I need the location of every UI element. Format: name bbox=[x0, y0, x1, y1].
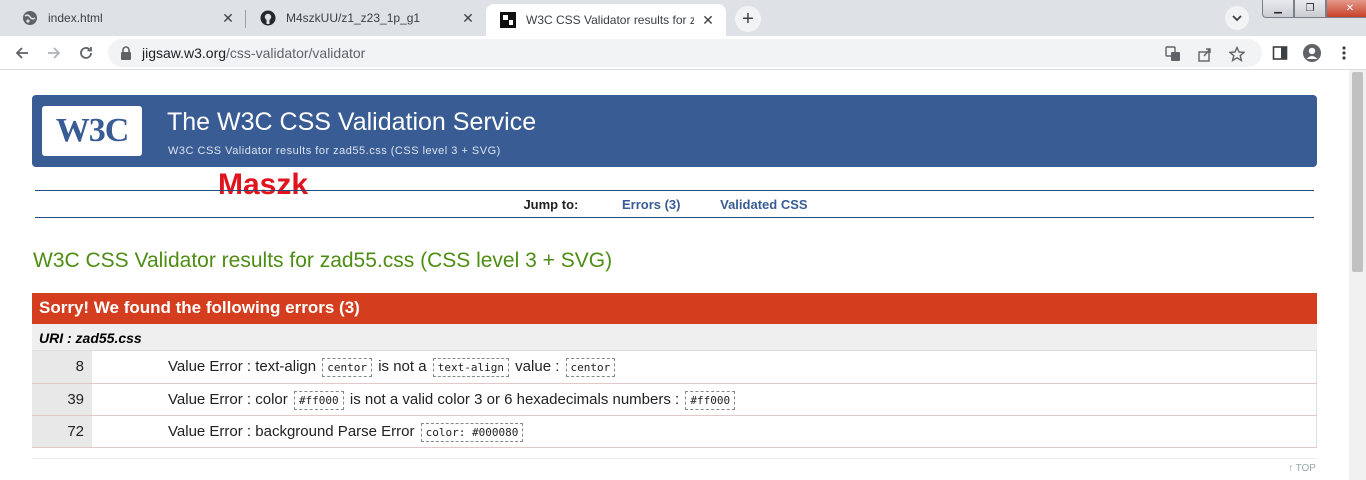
globe-icon bbox=[22, 10, 38, 26]
error-line-number: 72 bbox=[32, 415, 92, 448]
error-code: color: #000080 bbox=[420, 422, 524, 442]
errors-section: Sorry! We found the following errors (3)… bbox=[32, 293, 1317, 448]
arrow-left-icon bbox=[15, 47, 28, 59]
table-row: 39 Value Error : color #ff000 is not a v… bbox=[32, 383, 1317, 416]
close-tab-icon[interactable]: ✕ bbox=[460, 10, 476, 26]
errors-heading: Sorry! We found the following errors (3) bbox=[32, 293, 1317, 324]
close-tab-icon[interactable]: ✕ bbox=[220, 10, 236, 26]
jump-nav: Jump to: Errors (3) Validated CSS bbox=[0, 197, 1349, 212]
error-code: text-align bbox=[432, 358, 509, 378]
side-panel-icon bbox=[1272, 46, 1288, 60]
w3c-logo-text: W3C bbox=[55, 112, 130, 149]
browser-toolbar: jigsaw.w3.org/css-validator/validator bbox=[0, 36, 1366, 70]
window-controls: ▁ ❐ ✕ bbox=[1262, 0, 1366, 18]
close-window-button[interactable]: ✕ bbox=[1326, 0, 1366, 18]
back-button[interactable] bbox=[10, 41, 34, 65]
page-viewport: W3C The W3C CSS Validation Service W3C C… bbox=[0, 70, 1349, 480]
error-text: value : bbox=[515, 358, 560, 376]
error-code: centor bbox=[322, 358, 373, 378]
forward-button[interactable] bbox=[42, 41, 66, 65]
arrow-right-icon bbox=[48, 47, 61, 59]
error-code: #ff000 bbox=[685, 390, 736, 410]
error-text: Value Error : color bbox=[168, 390, 288, 408]
error-line-number: 39 bbox=[32, 383, 92, 416]
divider-top bbox=[35, 190, 1314, 191]
results-title: W3C CSS Validator results for zad55.css … bbox=[33, 249, 613, 272]
share-icon[interactable] bbox=[1194, 43, 1216, 65]
error-text: is not a valid color 3 or 6 hexadecimals… bbox=[349, 390, 680, 408]
reload-button[interactable] bbox=[74, 41, 98, 65]
tab-github[interactable]: M4szkUU/z1_z23_1p_g1 ✕ bbox=[246, 4, 486, 32]
page-scrollbar[interactable] bbox=[1349, 70, 1366, 480]
jump-label: Jump to: bbox=[523, 197, 579, 212]
translate-icon[interactable] bbox=[1162, 43, 1184, 65]
w3c-logo[interactable]: W3C bbox=[42, 106, 142, 156]
error-code: #ff000 bbox=[293, 390, 344, 410]
uri-label: URI : zad55.css bbox=[32, 324, 1317, 351]
error-code: centor bbox=[565, 358, 616, 378]
error-line-number: 8 bbox=[32, 351, 92, 384]
error-text: Value Error : background Parse Error bbox=[168, 422, 415, 440]
error-context bbox=[92, 415, 162, 448]
table-row: 8 Value Error : text-align centor is not… bbox=[32, 351, 1317, 384]
omnibox-actions bbox=[1162, 43, 1248, 65]
error-context bbox=[92, 351, 162, 384]
jump-errors-link[interactable]: Errors (3) bbox=[622, 197, 681, 212]
back-to-top-link[interactable]: ↑ TOP bbox=[1288, 463, 1316, 474]
section-divider bbox=[32, 458, 1317, 459]
validator-banner: W3C The W3C CSS Validation Service W3C C… bbox=[32, 95, 1317, 167]
menu-button[interactable] bbox=[1332, 41, 1356, 65]
errors-table: 8 Value Error : text-align centor is not… bbox=[32, 351, 1317, 448]
url-host: jigsaw.w3.org bbox=[142, 45, 227, 61]
profile-button[interactable] bbox=[1300, 41, 1324, 65]
address-bar[interactable]: jigsaw.w3.org/css-validator/validator bbox=[108, 39, 1262, 67]
error-text: is not a bbox=[378, 358, 427, 376]
close-tab-icon[interactable]: ✕ bbox=[700, 12, 716, 28]
lock-icon[interactable] bbox=[120, 46, 132, 60]
w3c-icon bbox=[500, 12, 516, 28]
chevron-down-icon bbox=[1232, 15, 1242, 22]
tab-title: M4szkUU/z1_z23_1p_g1 bbox=[286, 11, 421, 25]
error-message: Value Error : text-align centor is not a… bbox=[162, 351, 1317, 384]
table-row: 72 Value Error : background Parse Error … bbox=[32, 415, 1317, 448]
more-vert-icon bbox=[1342, 46, 1346, 60]
error-message: Value Error : color #ff000 is not a vali… bbox=[162, 383, 1317, 416]
side-panel-button[interactable] bbox=[1268, 41, 1292, 65]
url-path: /css-validator/validator bbox=[226, 45, 366, 61]
reload-icon bbox=[80, 47, 92, 59]
bookmark-star-icon[interactable] bbox=[1226, 43, 1248, 65]
tab-strip: index.html ✕ M4szkUU/z1_z23_1p_g1 ✕ W3C … bbox=[0, 0, 1366, 36]
new-tab-button[interactable]: + bbox=[735, 6, 761, 32]
tab-title: index.html bbox=[48, 11, 103, 25]
tab-index-html[interactable]: index.html ✕ bbox=[8, 4, 246, 32]
tab-w3c-validator[interactable]: W3C CSS Validator results for zad ✕ bbox=[486, 4, 726, 36]
minimize-button[interactable]: ▁ bbox=[1262, 0, 1294, 18]
scrollbar-thumb[interactable] bbox=[1352, 72, 1363, 272]
banner-title[interactable]: The W3C CSS Validation Service bbox=[167, 108, 536, 137]
maximize-button[interactable]: ❐ bbox=[1294, 0, 1326, 18]
error-message: Value Error : background Parse Error col… bbox=[162, 415, 1317, 448]
error-text: Value Error : text-align bbox=[168, 358, 317, 376]
banner-subtitle: W3C CSS Validator results for zad55.css … bbox=[168, 145, 501, 157]
avatar-icon bbox=[1303, 44, 1321, 62]
tab-search-button[interactable] bbox=[1225, 6, 1249, 30]
github-icon bbox=[260, 10, 276, 26]
tab-title: W3C CSS Validator results for zad bbox=[526, 13, 694, 27]
divider-bottom bbox=[35, 217, 1314, 218]
jump-validated-css-link[interactable]: Validated CSS bbox=[720, 197, 807, 212]
error-context bbox=[92, 383, 162, 416]
